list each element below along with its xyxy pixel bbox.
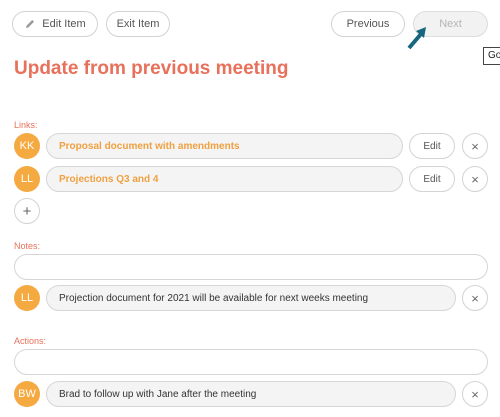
actions-label: Actions: xyxy=(14,336,47,346)
links-label: Links: xyxy=(14,120,38,130)
notes-input[interactable] xyxy=(14,254,488,280)
link-item-proposal[interactable]: Proposal document with amendments xyxy=(46,133,403,159)
avatar: LL xyxy=(14,285,40,311)
edit-link-button[interactable]: Edit xyxy=(409,133,455,159)
notes-label: Notes: xyxy=(14,241,41,251)
next-label: Next xyxy=(439,18,462,30)
add-link-button[interactable]: + xyxy=(14,198,40,224)
pencil-icon xyxy=(24,18,36,30)
edit-link-button[interactable]: Edit xyxy=(409,166,455,192)
remove-link-button[interactable]: × xyxy=(462,166,488,192)
avatar: BW xyxy=(14,381,40,407)
link-item-projections[interactable]: Projections Q3 and 4 xyxy=(46,166,403,192)
tooltip: Go xyxy=(483,47,500,65)
page-title: Update from previous meeting xyxy=(14,58,289,79)
exit-item-label: Exit Item xyxy=(116,18,160,30)
exit-item-button[interactable]: Exit Item xyxy=(106,11,170,37)
previous-button[interactable]: Previous xyxy=(331,11,405,37)
previous-label: Previous xyxy=(346,18,390,30)
pointer-arrow-icon xyxy=(404,23,430,56)
note-item[interactable]: Projection document for 2021 will be ava… xyxy=(46,285,456,311)
edit-item-button[interactable]: Edit Item xyxy=(12,11,98,37)
avatar: KK xyxy=(14,133,40,159)
remove-action-button[interactable]: × xyxy=(462,381,488,407)
avatar: LL xyxy=(14,166,40,192)
remove-note-button[interactable]: × xyxy=(462,285,488,311)
action-item[interactable]: Brad to follow up with Jane after the me… xyxy=(46,381,456,407)
edit-item-label: Edit Item xyxy=(42,18,86,30)
actions-input[interactable] xyxy=(14,349,488,375)
remove-link-button[interactable]: × xyxy=(462,133,488,159)
